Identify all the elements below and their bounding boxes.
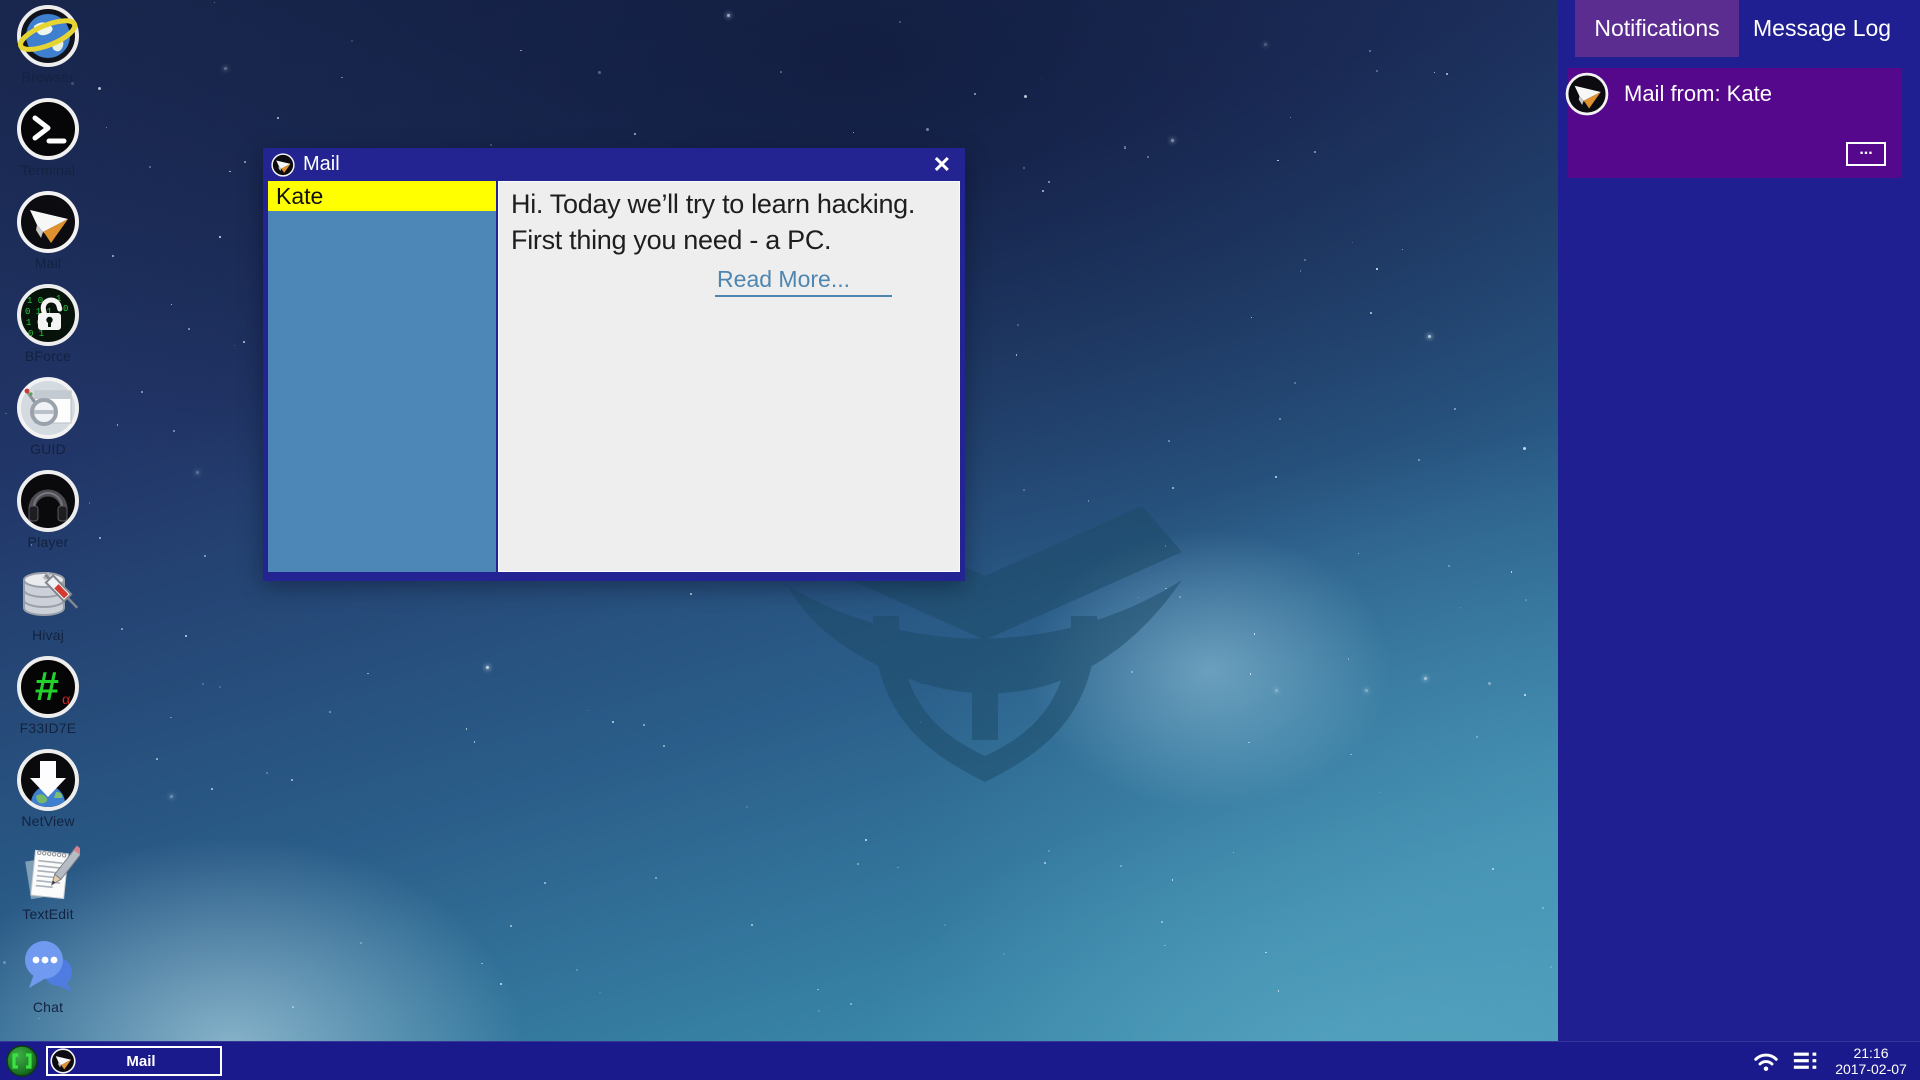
desktop-icon-hivaj[interactable]: Hivaj xyxy=(4,562,92,655)
tab-notifications[interactable]: Notifications xyxy=(1575,0,1739,57)
clock-time: 21:16 xyxy=(1832,1045,1910,1061)
terminal-icon xyxy=(16,97,80,161)
taskbar-item-label: Mail xyxy=(76,1053,206,1070)
desktop-icon-chat[interactable]: Chat xyxy=(4,934,92,1027)
desktop-icon-label: Player xyxy=(28,534,69,550)
message-preview-line: First thing you need - a PC. xyxy=(511,222,947,258)
desktop-icon-label: GUID xyxy=(30,441,66,457)
task-list-icon[interactable] xyxy=(1792,1049,1820,1073)
download-globe-icon xyxy=(16,748,80,812)
database-syringe-icon xyxy=(16,562,80,626)
desktop-icon-textedit[interactable]: TextEdit xyxy=(4,841,92,934)
desktop-icon-label: BForce xyxy=(25,348,71,364)
notification-card[interactable]: Mail from: Kate ... xyxy=(1568,68,1902,178)
desktop-icon-label: Hivaj xyxy=(32,627,64,643)
magnifier-window-icon xyxy=(16,376,80,440)
tab-message-log[interactable]: Message Log xyxy=(1739,0,1905,57)
notepad-pencil-icon xyxy=(16,841,80,905)
desktop-icon-netview[interactable]: NetView xyxy=(4,748,92,841)
desktop-icon-label: NetView xyxy=(21,813,74,829)
close-icon[interactable]: ✕ xyxy=(931,154,953,176)
clock: 21:16 2017-02-07 xyxy=(1832,1045,1910,1077)
window-title: Mail xyxy=(303,153,931,176)
desktop-icon-label: F33ID7E xyxy=(20,720,77,736)
mail-icon xyxy=(271,153,295,177)
chat-bubbles-icon xyxy=(16,934,80,998)
mail-window: Mail ✕ Kate Hi. Today we’ll try to learn… xyxy=(263,148,965,581)
system-tray: 21:16 2017-02-07 xyxy=(1752,1045,1910,1077)
mail-icon xyxy=(50,1048,76,1074)
padlock-bruteforce-icon xyxy=(16,283,80,347)
desktop-icon-guid[interactable]: GUID xyxy=(4,376,92,469)
taskbar: Mail 21:16 2017-02-07 xyxy=(0,1041,1920,1080)
desktop-icon-column: Browser Terminal Mail BForce GUID Player… xyxy=(4,4,92,1027)
desktop-icon-player[interactable]: Player xyxy=(4,469,92,562)
headphones-icon xyxy=(16,469,80,533)
desktop: Browser Terminal Mail BForce GUID Player… xyxy=(0,0,1920,1080)
notifications-panel: Notifications Message Log Mail from: Kat… xyxy=(1558,0,1920,1042)
desktop-icon-label: Mail xyxy=(35,255,61,271)
notification-more-button[interactable]: ... xyxy=(1846,142,1886,166)
desktop-icon-label: TextEdit xyxy=(22,906,73,922)
message-preview-line: Hi. Today we’ll try to learn hacking. xyxy=(511,186,947,222)
mail-window-titlebar[interactable]: Mail ✕ xyxy=(263,148,965,181)
desktop-icon-label: Terminal xyxy=(21,162,76,178)
mail-contact-list: Kate xyxy=(268,181,496,572)
desktop-icon-f33id7e[interactable]: F33ID7E xyxy=(4,655,92,748)
panel-tabs: Notifications Message Log xyxy=(1558,0,1920,57)
wifi-icon[interactable] xyxy=(1752,1049,1780,1073)
clock-date: 2017-02-07 xyxy=(1832,1061,1910,1077)
start-button[interactable] xyxy=(6,1045,38,1077)
contact-row-kate[interactable]: Kate xyxy=(268,181,496,211)
browser-icon xyxy=(16,4,80,68)
desktop-icon-bforce[interactable]: BForce xyxy=(4,283,92,376)
mail-window-body: Kate Hi. Today we’ll try to learn hackin… xyxy=(268,181,960,572)
taskbar-item-mail[interactable]: Mail xyxy=(46,1046,222,1076)
mail-icon xyxy=(16,190,80,254)
desktop-icon-terminal[interactable]: Terminal xyxy=(4,97,92,190)
desktop-icon-mail[interactable]: Mail xyxy=(4,190,92,283)
desktop-icon-label: Browser xyxy=(22,69,75,85)
notification-text: Mail from: Kate xyxy=(1568,68,1902,107)
desktop-icon-label: Chat xyxy=(33,999,63,1015)
desktop-icon-browser[interactable]: Browser xyxy=(4,4,92,97)
read-more-link[interactable]: Read More... xyxy=(715,266,892,297)
mail-message-pane: Hi. Today we’ll try to learn hacking. Fi… xyxy=(498,181,960,572)
hash-alpha-icon xyxy=(16,655,80,719)
mail-icon xyxy=(1565,72,1609,116)
